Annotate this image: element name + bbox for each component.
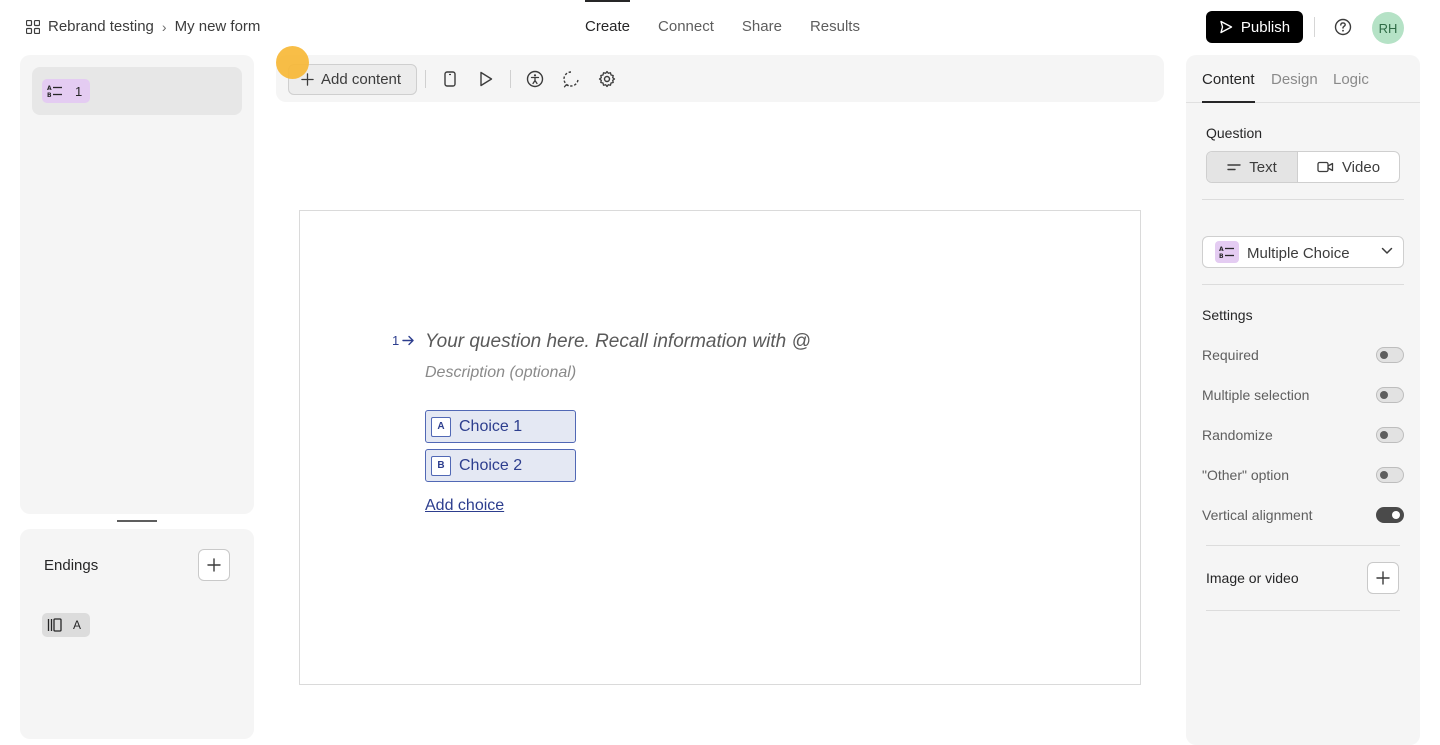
- divider: [1314, 17, 1315, 37]
- question-list-number: 1: [75, 83, 83, 99]
- panel-tabs: Content Design Logic: [1186, 55, 1420, 103]
- svg-text:A: A: [47, 85, 52, 92]
- publish-label: Publish: [1240, 18, 1291, 36]
- endings-panel: Endings A: [20, 529, 254, 739]
- tab-content[interactable]: Content: [1202, 71, 1255, 88]
- form-canvas: 1 Your question here. Recall information…: [299, 210, 1141, 685]
- question-number: 1: [392, 333, 415, 348]
- tab-design[interactable]: Design: [1271, 71, 1318, 88]
- arrow-right-icon: [402, 335, 414, 346]
- breadcrumb-form[interactable]: My new form: [175, 18, 261, 35]
- divider: [1206, 610, 1400, 611]
- settings-section-label: Settings: [1202, 307, 1253, 323]
- multiple-choice-icon: AB: [47, 84, 63, 98]
- workspaces-grid-icon[interactable]: [26, 19, 40, 34]
- plus-icon: [1376, 571, 1390, 585]
- question-type-label: Multiple Choice: [1247, 245, 1350, 262]
- breadcrumb-workspace[interactable]: Rebrand testing: [48, 18, 154, 35]
- publish-button[interactable]: Publish: [1206, 11, 1303, 43]
- nav-connect[interactable]: Connect: [658, 0, 714, 54]
- question-description-input[interactable]: Description (optional): [425, 364, 576, 382]
- accessibility-icon[interactable]: [525, 69, 545, 89]
- mode-video-label: Video: [1341, 158, 1381, 176]
- setting-multiple-selection-label: Multiple selection: [1202, 387, 1310, 403]
- questions-panel: AB 1: [20, 55, 254, 514]
- svg-text:A: A: [1219, 246, 1224, 253]
- question-type-select[interactable]: AB Multiple Choice: [1202, 236, 1404, 268]
- divider: [425, 70, 426, 88]
- breadcrumb: Rebrand testing › My new form: [26, 18, 260, 35]
- image-or-video-label: Image or video: [1206, 570, 1299, 586]
- avatar[interactable]: RH: [1372, 12, 1404, 44]
- cursor-highlight: [276, 46, 309, 79]
- mode-text-label: Text: [1249, 158, 1277, 176]
- chevron-right-icon: ›: [161, 18, 167, 35]
- help-icon[interactable]: [1334, 18, 1352, 36]
- editor-toolbar: Add content: [276, 55, 1164, 102]
- divider: [1202, 199, 1404, 200]
- choice-label: Choice 2: [459, 456, 523, 474]
- svg-text:B: B: [47, 92, 52, 98]
- question-number-value: 1: [392, 333, 400, 348]
- video-icon: [1317, 161, 1334, 173]
- multiple-choice-icon: AB: [1215, 241, 1239, 263]
- setting-other-option-label: "Other" option: [1202, 467, 1289, 483]
- mode-video-button[interactable]: Video: [1298, 152, 1399, 182]
- choice-option[interactable]: B Choice 2: [425, 449, 576, 482]
- nav-share[interactable]: Share: [742, 0, 782, 54]
- chevron-down-icon: [1381, 247, 1393, 254]
- panel-resize-handle[interactable]: [117, 520, 157, 522]
- divider: [510, 70, 511, 88]
- setting-required-label: Required: [1202, 347, 1259, 363]
- ending-list-item[interactable]: A: [42, 613, 90, 637]
- plus-icon: [207, 558, 221, 572]
- svg-text:B: B: [1219, 253, 1224, 259]
- setting-vertical-alignment-label: Vertical alignment: [1202, 507, 1313, 523]
- divider: [1206, 545, 1400, 546]
- active-tab-indicator: [1202, 101, 1255, 103]
- play-icon[interactable]: [476, 69, 496, 89]
- multiple-selection-toggle[interactable]: [1376, 387, 1404, 403]
- main-nav: Create Connect Share Results: [585, 0, 860, 54]
- loop-icon[interactable]: [561, 69, 581, 89]
- send-icon: [1219, 20, 1233, 34]
- question-section-label: Question: [1206, 125, 1263, 141]
- question-mode-toggle: Text Video: [1206, 151, 1400, 183]
- text-icon: [1227, 164, 1241, 171]
- nav-create[interactable]: Create: [585, 0, 631, 54]
- mode-text-button[interactable]: Text: [1207, 152, 1298, 182]
- setting-randomize-label: Randomize: [1202, 427, 1273, 443]
- ending-icon: [47, 618, 63, 632]
- choice-label: Choice 1: [459, 417, 523, 435]
- ending-list-label: A: [73, 618, 82, 632]
- randomize-toggle[interactable]: [1376, 427, 1404, 443]
- add-content-label: Add content: [321, 71, 402, 88]
- settings-icon[interactable]: [597, 69, 617, 89]
- properties-panel: Content Design Logic Question Text Video…: [1186, 55, 1420, 745]
- required-toggle[interactable]: [1376, 347, 1404, 363]
- question-badge: AB 1: [42, 79, 90, 103]
- question-title-input[interactable]: Your question here. Recall information w…: [425, 331, 811, 353]
- endings-title: Endings: [44, 557, 99, 574]
- question-list-item[interactable]: AB 1: [32, 67, 242, 115]
- nav-results[interactable]: Results: [810, 0, 860, 54]
- choice-option[interactable]: A Choice 1: [425, 410, 576, 443]
- choice-key: B: [431, 455, 451, 476]
- mobile-preview-icon[interactable]: [440, 69, 460, 89]
- choice-key: A: [431, 416, 451, 437]
- add-media-button[interactable]: [1367, 562, 1399, 594]
- top-bar: Rebrand testing › My new form Create Con…: [0, 0, 1440, 54]
- other-option-toggle[interactable]: [1376, 467, 1404, 483]
- add-ending-button[interactable]: [198, 549, 230, 581]
- add-choice-link[interactable]: Add choice: [425, 497, 504, 515]
- divider: [1202, 284, 1404, 285]
- vertical-alignment-toggle[interactable]: [1376, 507, 1404, 523]
- tab-logic[interactable]: Logic: [1333, 71, 1369, 88]
